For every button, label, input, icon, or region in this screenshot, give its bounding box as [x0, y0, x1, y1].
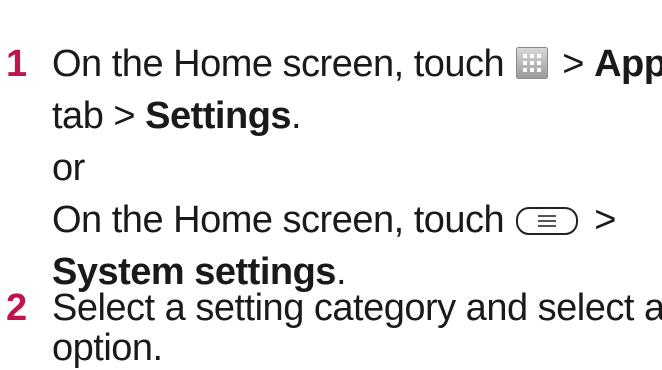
- step-2-line-2: option.: [52, 327, 163, 369]
- or-text: or: [52, 147, 85, 189]
- settings-label: Settings: [145, 95, 292, 137]
- tab-text: tab >: [52, 95, 146, 137]
- step-1-line-2: tab > Settings.: [52, 94, 302, 138]
- apps-label: Apps: [594, 43, 662, 85]
- step-1-arrow-2: >: [584, 199, 616, 241]
- step-1-text-a: On the Home screen, touch: [52, 43, 505, 85]
- step-2-line-1: Select a setting category and select an: [52, 287, 662, 329]
- step-1-arrow: >: [552, 43, 595, 85]
- step-1-line-4: On the Home screen, touch >: [52, 198, 616, 242]
- step-number-2: 2: [6, 287, 27, 329]
- period: .: [291, 95, 302, 137]
- apps-grid-icon: [516, 45, 549, 79]
- menu-key-icon: [516, 201, 579, 235]
- step-1-text-b: On the Home screen, touch: [52, 199, 505, 241]
- step-1-line-1: On the Home screen, touch > Apps: [52, 42, 662, 86]
- step-number-1: 1: [6, 43, 27, 85]
